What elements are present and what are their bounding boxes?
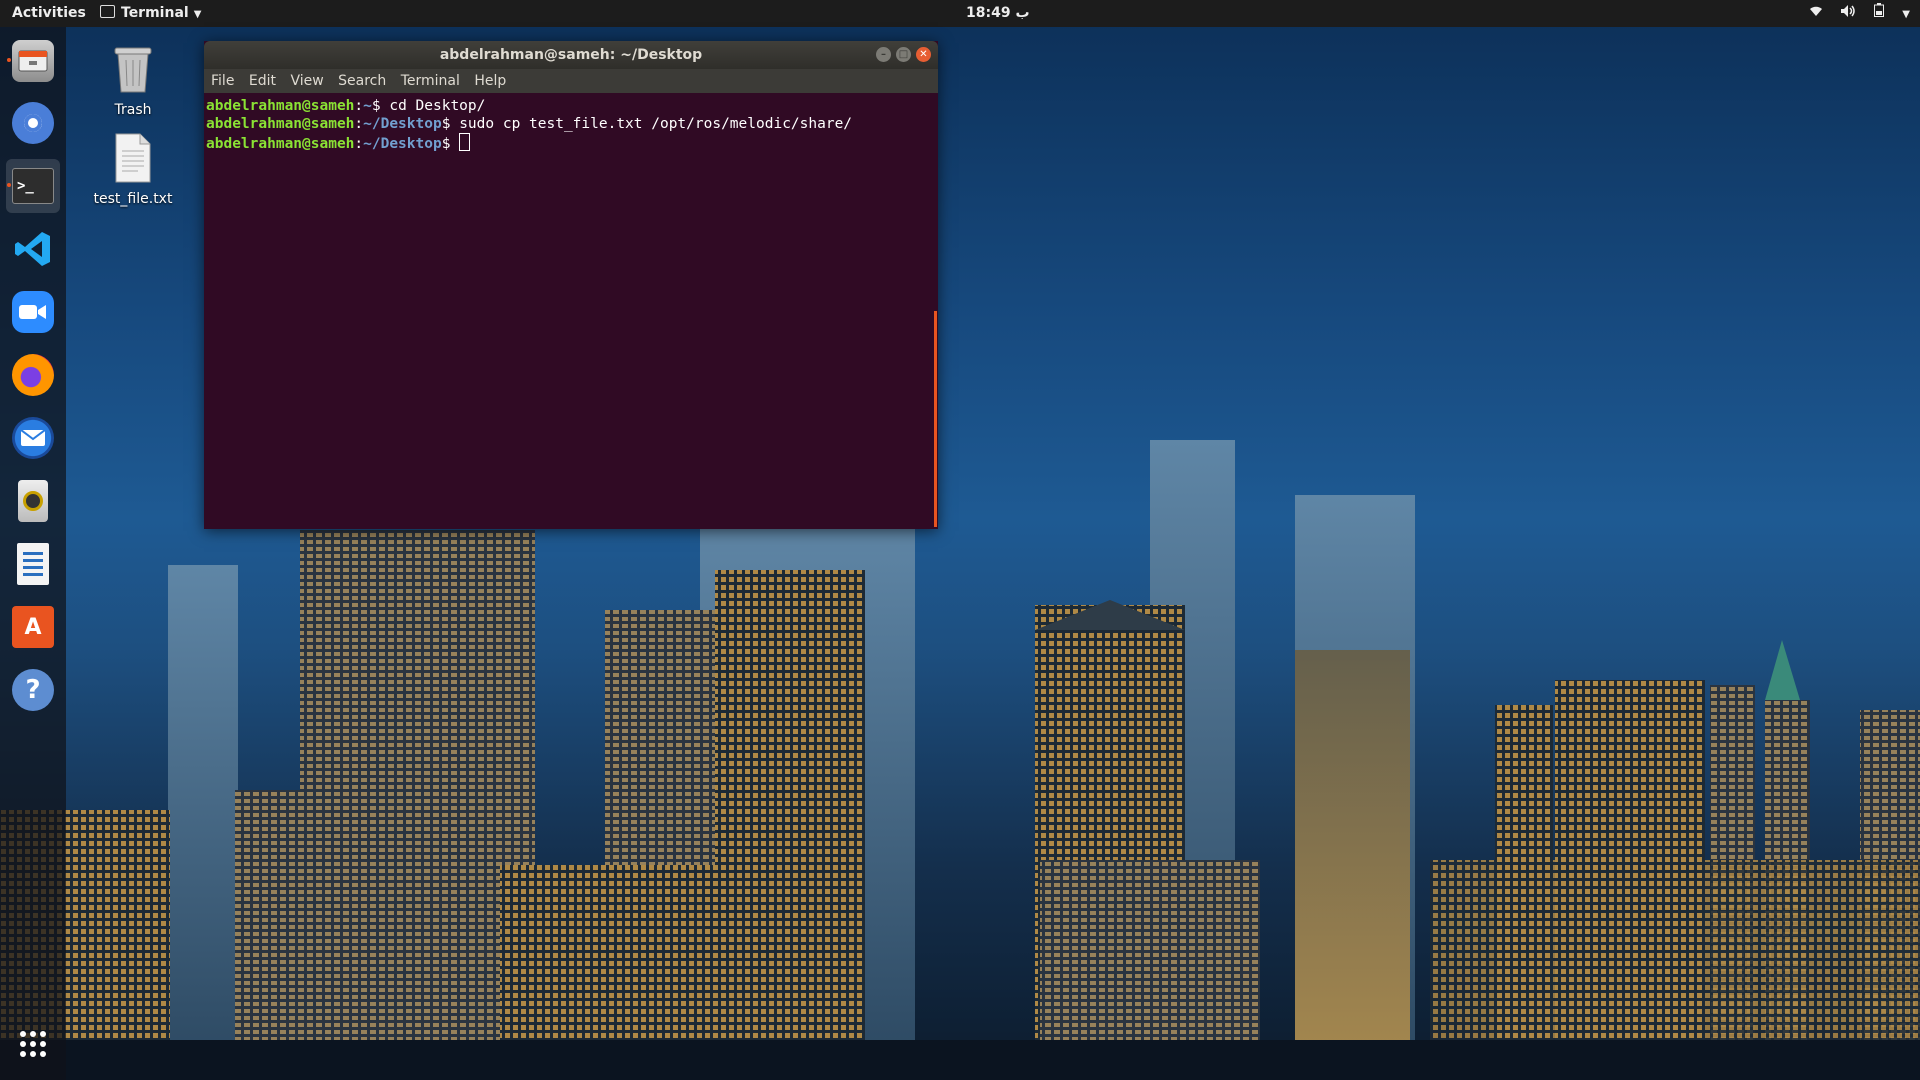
trash-label: Trash xyxy=(114,102,152,118)
terminal-scrollbar[interactable] xyxy=(934,311,937,527)
command-text: cd Desktop/ xyxy=(389,98,486,114)
show-applications-button[interactable] xyxy=(6,1017,60,1071)
menu-view[interactable]: View xyxy=(290,73,323,89)
trash-icon xyxy=(83,44,183,98)
running-indicator xyxy=(7,183,11,187)
activities-button[interactable]: Activities xyxy=(12,0,86,27)
dock-ubuntu-software[interactable]: A xyxy=(6,600,60,654)
running-indicator xyxy=(7,58,11,62)
zoom-icon xyxy=(12,291,54,333)
desktop-file[interactable]: test_file.txt xyxy=(83,133,183,207)
terminal-window[interactable]: abdelrahman@sameh: ~/Desktop – □ ✕ File … xyxy=(204,41,938,529)
vscode-icon xyxy=(12,228,54,270)
desktop-trash[interactable]: Trash xyxy=(83,44,183,118)
menu-help[interactable]: Help xyxy=(474,73,506,89)
dock-zoom[interactable] xyxy=(6,285,60,339)
system-tray[interactable]: ▼ xyxy=(1795,0,1910,27)
system-menu-chevron-icon: ▼ xyxy=(1902,9,1910,20)
file-label: test_file.txt xyxy=(93,191,173,207)
prompt-path: ~/Desktop xyxy=(363,116,442,132)
writer-icon xyxy=(17,543,49,585)
firefox-icon xyxy=(12,354,54,396)
battery-icon xyxy=(1874,3,1888,21)
app-grid-icon xyxy=(12,1023,54,1065)
command-text: sudo cp test_file.txt /opt/ros/melodic/s… xyxy=(459,116,853,132)
menu-edit[interactable]: Edit xyxy=(249,73,276,89)
terminal-line: abdelrahman@sameh:~$ cd Desktop/ xyxy=(206,98,486,114)
rhythmbox-icon xyxy=(18,480,48,522)
terminal-menubar: File Edit View Search Terminal Help xyxy=(204,69,938,93)
prompt-user: abdelrahman@sameh xyxy=(206,98,355,114)
text-file-icon xyxy=(83,133,183,187)
wifi-icon xyxy=(1809,6,1827,21)
top-bar: Activities Terminal ▼ 18:49 ب ▼ xyxy=(0,0,1920,27)
prompt-user: abdelrahman@sameh xyxy=(206,136,355,152)
menu-search[interactable]: Search xyxy=(338,73,386,89)
menu-terminal[interactable]: Terminal xyxy=(401,73,460,89)
terminal-output[interactable]: abdelrahman@sameh:~$ cd Desktop/ abdelra… xyxy=(204,93,928,529)
dock-help[interactable]: ? xyxy=(6,663,60,717)
close-button[interactable]: ✕ xyxy=(916,47,931,62)
dock: >_ A ? xyxy=(0,27,66,1080)
chevron-down-icon: ▼ xyxy=(193,9,202,20)
thunderbird-icon xyxy=(12,417,54,459)
dock-chromium[interactable] xyxy=(6,96,60,150)
terminal-line: abdelrahman@sameh:~/Desktop$ sudo cp tes… xyxy=(206,116,853,132)
minimize-button[interactable]: – xyxy=(876,47,891,62)
prompt-path: ~ xyxy=(363,98,372,114)
terminal-mini-icon xyxy=(100,5,115,18)
dock-files[interactable] xyxy=(6,34,60,88)
dock-vscode[interactable] xyxy=(6,222,60,276)
text-cursor xyxy=(459,133,471,151)
prompt-path: ~/Desktop xyxy=(363,136,442,152)
dock-thunderbird[interactable] xyxy=(6,411,60,465)
chromium-icon xyxy=(12,102,54,144)
dock-libreoffice-writer[interactable] xyxy=(6,537,60,591)
volume-icon xyxy=(1841,5,1860,21)
prompt-user: abdelrahman@sameh xyxy=(206,116,355,132)
window-title-bar[interactable]: abdelrahman@sameh: ~/Desktop – □ ✕ xyxy=(204,41,938,69)
app-menu-label: Terminal xyxy=(121,5,189,21)
software-center-icon: A xyxy=(12,606,54,648)
files-icon xyxy=(12,40,54,82)
terminal-line: abdelrahman@sameh:~/Desktop$ xyxy=(206,133,928,153)
clock[interactable]: 18:49 ب xyxy=(966,0,1030,27)
window-title: abdelrahman@sameh: ~/Desktop xyxy=(439,47,703,63)
menu-file[interactable]: File xyxy=(211,73,234,89)
app-menu[interactable]: Terminal ▼ xyxy=(100,0,201,27)
dock-firefox[interactable] xyxy=(6,348,60,402)
terminal-icon: >_ xyxy=(12,168,54,204)
dock-rhythmbox[interactable] xyxy=(6,474,60,528)
maximize-button[interactable]: □ xyxy=(896,47,911,62)
help-icon: ? xyxy=(12,669,54,711)
dock-terminal[interactable]: >_ xyxy=(6,159,60,213)
